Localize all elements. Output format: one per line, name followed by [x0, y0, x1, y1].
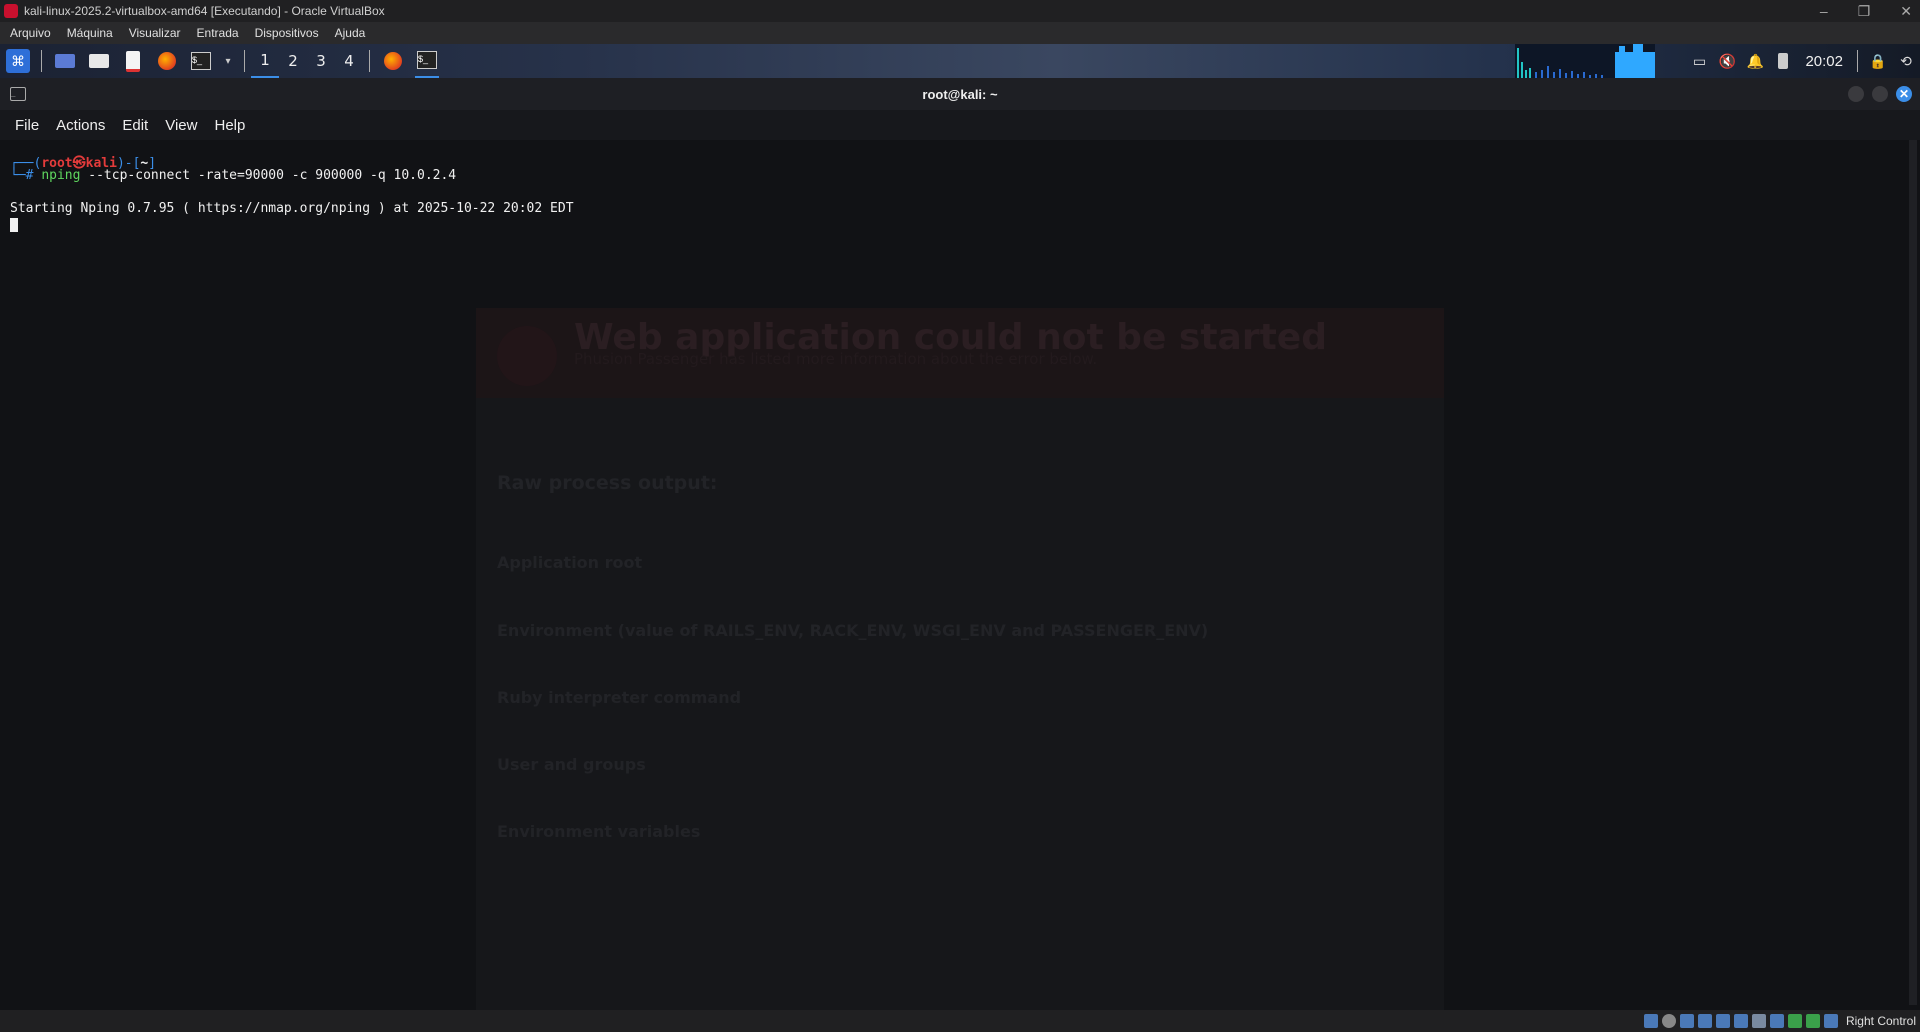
kali-menu-icon[interactable]: ⌘ — [6, 49, 30, 73]
terminal-menu-bar: File Actions Edit View Help — [0, 110, 1920, 140]
cpu-activity-icon[interactable] — [1787, 1014, 1802, 1028]
divider — [1857, 50, 1858, 72]
prompt-hash: └─# — [10, 168, 34, 183]
background-page — [476, 320, 1444, 1010]
battery-icon[interactable] — [1769, 44, 1797, 78]
logout-icon[interactable]: ⟲ — [1892, 44, 1920, 78]
volume-muted-icon[interactable]: 🔇 — [1713, 44, 1741, 78]
terminal-launcher-icon[interactable]: $_ — [189, 49, 213, 73]
firefox-task-icon[interactable] — [381, 49, 405, 73]
host-key-label: Right Control — [1845, 1014, 1916, 1028]
lock-icon[interactable]: 🔒 — [1864, 44, 1892, 78]
network-icon[interactable] — [1697, 1014, 1712, 1028]
menu-view[interactable]: View — [165, 117, 197, 134]
terminal-task-icon[interactable]: $_ — [415, 44, 439, 78]
background-heading: Environment (value of RAILS_ENV, RACK_EN… — [497, 621, 1209, 640]
close-button[interactable]: ✕ — [1896, 86, 1912, 102]
menu-actions[interactable]: Actions — [56, 117, 105, 134]
command-args: --tcp-connect -rate=90000 -c 900000 -q 1… — [88, 168, 457, 183]
workspace-4[interactable]: 4 — [335, 44, 363, 78]
workspace-2[interactable]: 2 — [279, 44, 307, 78]
vbox-title-bar: kali-linux-2025.2-virtualbox-amd64 [Exec… — [0, 0, 1920, 22]
vbox-window-title: kali-linux-2025.2-virtualbox-amd64 [Exec… — [24, 4, 385, 18]
cpu-graph[interactable] — [1515, 44, 1655, 78]
menu-file[interactable]: File — [15, 117, 39, 134]
divider — [244, 50, 245, 72]
menu-help[interactable]: Help — [214, 117, 245, 134]
recording-icon[interactable] — [1769, 1014, 1784, 1028]
background-page-subtitle: Phusion Passenger has listed more inform… — [574, 350, 1098, 368]
workspace-3[interactable]: 3 — [307, 44, 335, 78]
divider — [41, 50, 42, 72]
firefox-icon[interactable] — [155, 49, 179, 73]
background-heading: User and groups — [497, 755, 646, 774]
background-heading: Raw process output: — [497, 472, 718, 494]
chevron-down-icon[interactable]: ▾ — [223, 49, 233, 73]
audio-icon[interactable] — [1679, 1014, 1694, 1028]
terminal-title-bar: _ root@kali: ~ ✕ — [0, 78, 1920, 110]
bell-icon[interactable]: 🔔 — [1741, 44, 1769, 78]
text-cursor — [10, 218, 18, 232]
cursor-line — [10, 218, 18, 236]
close-icon[interactable]: ✕ — [1900, 3, 1912, 20]
menu-arquivo[interactable]: Arquivo — [10, 26, 51, 40]
clock[interactable]: 20:02 — [1805, 53, 1843, 70]
terminal-window-title: root@kali: ~ — [922, 86, 998, 102]
background-heading: Environment variables — [497, 822, 701, 841]
menu-dispositivos[interactable]: Dispositivos — [255, 26, 319, 40]
mouse-integration-icon[interactable] — [1805, 1014, 1820, 1028]
scrollbar[interactable] — [1909, 140, 1917, 1005]
divider — [369, 50, 370, 72]
shared-folders-icon[interactable] — [1733, 1014, 1748, 1028]
vbox-status-bar: Right Control — [0, 1010, 1920, 1032]
error-icon — [497, 326, 557, 386]
workspace-1[interactable]: 1 — [251, 44, 279, 78]
vbox-menu-bar: Arquivo Máquina Visualizar Entrada Dispo… — [0, 22, 1920, 44]
output-line: Starting Nping 0.7.95 ( https://nmap.org… — [10, 201, 574, 216]
background-heading: Application root — [497, 553, 643, 572]
show-desktop-icon[interactable] — [53, 49, 77, 73]
command-line: └─# nping --tcp-connect -rate=90000 -c 9… — [10, 168, 456, 183]
text-editor-icon[interactable] — [121, 49, 145, 73]
hard-disk-icon[interactable] — [1643, 1014, 1658, 1028]
menu-edit[interactable]: Edit — [122, 117, 148, 134]
minimize-button[interactable] — [1848, 86, 1864, 102]
maximize-button[interactable] — [1872, 86, 1888, 102]
window-icon[interactable]: ▭ — [1685, 44, 1713, 78]
system-tray: ▭ 🔇 🔔 20:02 🔒 ⟲ — [1685, 44, 1920, 78]
keyboard-capture-icon[interactable] — [1823, 1014, 1838, 1028]
virtualbox-icon — [4, 4, 18, 18]
display-icon[interactable] — [1751, 1014, 1766, 1028]
menu-visualizar[interactable]: Visualizar — [129, 26, 181, 40]
command-name: nping — [41, 168, 81, 183]
restore-icon[interactable]: ❐ — [1858, 3, 1871, 20]
menu-ajuda[interactable]: Ajuda — [335, 26, 366, 40]
menu-maquina[interactable]: Máquina — [67, 26, 113, 40]
minimize-icon[interactable]: – — [1820, 3, 1828, 19]
file-manager-icon[interactable] — [87, 49, 111, 73]
optical-drive-icon[interactable] — [1661, 1014, 1676, 1028]
usb-icon[interactable] — [1715, 1014, 1730, 1028]
background-heading: Ruby interpreter command — [497, 688, 742, 707]
terminal-icon: _ — [10, 87, 26, 101]
terminal-output[interactable]: Web application could not be started Phu… — [0, 140, 1920, 1010]
menu-entrada[interactable]: Entrada — [197, 26, 239, 40]
